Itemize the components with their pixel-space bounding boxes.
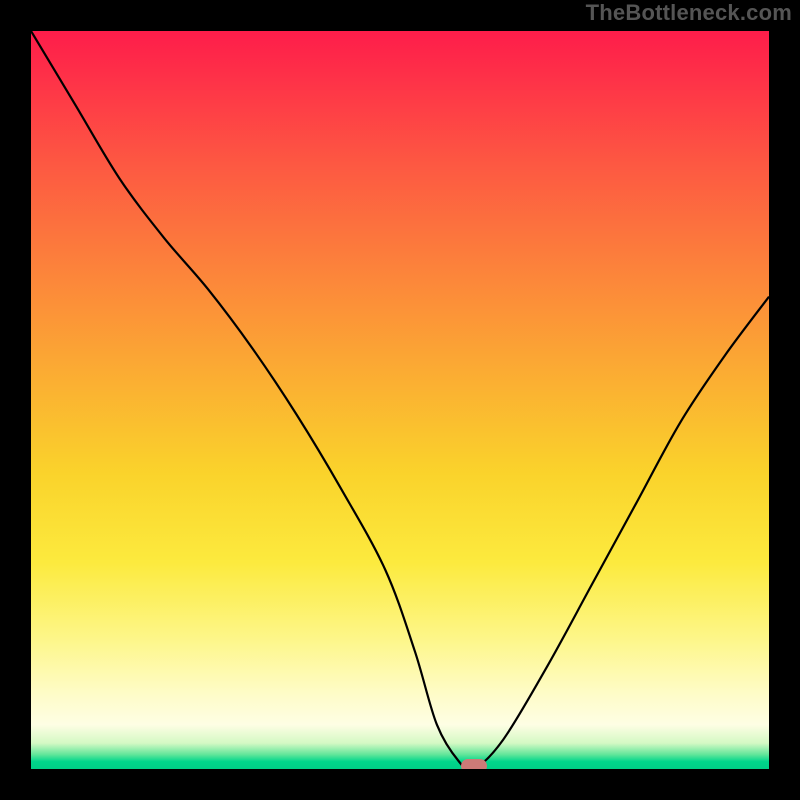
optimum-marker: [461, 759, 487, 769]
curve-path: [31, 31, 769, 769]
watermark-text: TheBottleneck.com: [586, 0, 792, 26]
plot-area: [31, 31, 769, 769]
bottleneck-curve: [31, 31, 769, 769]
figure-container: TheBottleneck.com: [0, 0, 800, 800]
